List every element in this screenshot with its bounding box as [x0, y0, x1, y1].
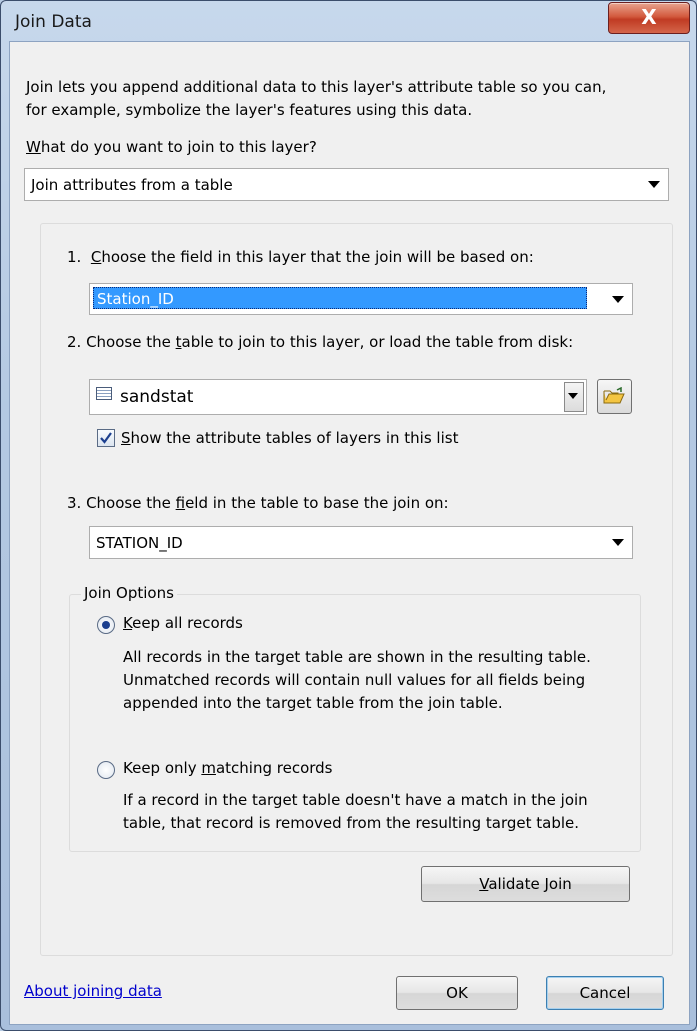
dialog-body: Join lets you append additional data to … — [9, 41, 690, 1025]
validate-join-button[interactable]: Validate Join — [421, 866, 630, 902]
keep-all-desc-1: All records in the target table are show… — [123, 648, 591, 666]
join-settings-panel: 1. Choose the field in this layer that t… — [40, 223, 673, 956]
keep-matching-label: Keep only matching records — [123, 759, 333, 777]
cancel-button[interactable]: Cancel — [546, 976, 664, 1010]
close-icon: X — [641, 5, 657, 29]
intro-line-1: Join lets you append additional data to … — [26, 78, 607, 96]
checkmark-icon — [100, 432, 112, 444]
title-bar: Join Data X — [1, 1, 696, 41]
join-data-dialog: Join Data X Join lets you append additio… — [0, 0, 697, 1031]
keep-all-desc-2: Unmatched records will contain null valu… — [123, 671, 586, 689]
keep-all-desc-3: appended into the target table from the … — [123, 694, 503, 712]
keep-all-radio[interactable] — [97, 616, 115, 634]
step-2-label: 2. Choose the table to join to this laye… — [67, 333, 574, 351]
step-1-label: 1. Choose the field in this layer that t… — [67, 248, 534, 266]
chevron-down-icon — [612, 539, 624, 546]
keep-matching-radio[interactable] — [97, 761, 115, 779]
layer-field-value: Station_ID — [93, 287, 587, 309]
keep-matching-desc-2: table, that record is removed from the r… — [123, 814, 580, 832]
show-tables-checkbox[interactable] — [97, 429, 115, 447]
join-type-dropdown[interactable]: Join attributes from a table — [24, 168, 669, 201]
table-icon — [96, 387, 112, 400]
table-field-value: STATION_ID — [96, 534, 183, 552]
about-joining-data-link[interactable]: About joining data — [24, 982, 162, 1000]
step-3-label: 3. Choose the field in the table to base… — [67, 494, 449, 512]
keep-matching-desc-1: If a record in the target table doesn't … — [123, 791, 588, 809]
open-folder-icon — [603, 387, 625, 404]
dialog-title: Join Data — [15, 12, 92, 32]
join-question-label: What do you want to join to this layer? — [26, 138, 317, 156]
join-table-dropdown[interactable]: sandstat — [89, 379, 587, 415]
join-options-legend: Join Options — [81, 584, 177, 602]
intro-line-2: for example, symbolize the layer's featu… — [26, 101, 473, 119]
join-table-value: sandstat — [120, 387, 194, 407]
dropdown-button[interactable] — [564, 382, 584, 412]
ok-button[interactable]: OK — [396, 976, 518, 1010]
show-tables-label: Show the attribute tables of layers in t… — [121, 429, 459, 447]
keep-all-label: Keep all records — [123, 614, 243, 632]
table-field-dropdown[interactable]: STATION_ID — [89, 526, 633, 559]
layer-field-dropdown[interactable]: Station_ID — [89, 283, 633, 315]
join-type-value: Join attributes from a table — [31, 176, 233, 194]
chevron-down-icon — [648, 181, 660, 188]
radio-selected-dot — [102, 621, 110, 629]
close-button[interactable]: X — [608, 2, 690, 34]
chevron-down-icon — [568, 393, 578, 399]
open-table-button[interactable] — [597, 379, 632, 414]
chevron-down-icon — [612, 296, 624, 303]
